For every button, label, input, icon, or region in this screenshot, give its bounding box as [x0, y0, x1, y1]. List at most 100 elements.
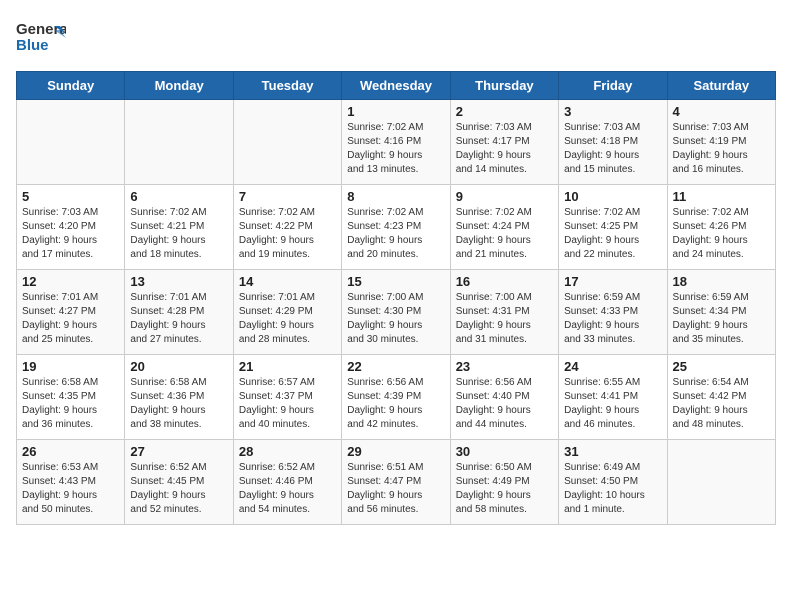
day-number: 5: [22, 189, 119, 204]
calendar-day-17: 17 Sunrise: 6:59 AM Sunset: 4:33 PM Dayli…: [559, 270, 667, 355]
day-info: Sunrise: 7:03 AM Sunset: 4:18 PM Dayligh…: [564, 121, 661, 177]
day-number: 24: [564, 359, 661, 374]
calendar-day-21: 21 Sunrise: 6:57 AM Sunset: 4:37 PM Dayli…: [233, 355, 341, 440]
day-number: 16: [456, 274, 553, 289]
calendar-day-26: 26Sunrise: 6:53 AM Sunset: 4:43 PM Dayli…: [17, 440, 125, 525]
page-header: General Blue: [16, 16, 776, 61]
day-info: Sunrise: 7:00 AM Sunset: 4:30 PM Dayligh…: [347, 291, 444, 347]
calendar-week-row: 5Sunrise: 7:03 AM Sunset: 4:20 PM Daylig…: [17, 185, 776, 270]
weekday-header-monday: Monday: [125, 72, 233, 100]
day-info: Sunrise: 6:58 AM Sunset: 4:35 PM Dayligh…: [22, 376, 119, 432]
calendar-day-7: 7Sunrise: 7:02 AM Sunset: 4:22 PM Daylig…: [233, 185, 341, 270]
calendar-day-20: 20 Sunrise: 6:58 AM Sunset: 4:36 PM Dayli…: [125, 355, 233, 440]
day-info: Sunrise: 6:56 AM Sunset: 4:39 PM Dayligh…: [347, 376, 444, 432]
weekday-header-friday: Friday: [559, 72, 667, 100]
day-info: Sunrise: 6:57 AM Sunset: 4:37 PM Dayligh…: [239, 376, 336, 432]
calendar-day-23: 23Sunrise: 6:56 AM Sunset: 4:40 PM Dayli…: [450, 355, 558, 440]
calendar-week-row: 26Sunrise: 6:53 AM Sunset: 4:43 PM Dayli…: [17, 440, 776, 525]
day-info: Sunrise: 7:02 AM Sunset: 4:26 PM Dayligh…: [673, 206, 770, 262]
calendar-week-row: 19 Sunrise: 6:58 AM Sunset: 4:35 PM Dayli…: [17, 355, 776, 440]
day-number: 22: [347, 359, 444, 374]
day-number: 11: [673, 189, 770, 204]
calendar-day-18: 18 Sunrise: 6:59 AM Sunset: 4:34 PM Dayli…: [667, 270, 775, 355]
day-number: 25: [673, 359, 770, 374]
logo: General Blue: [16, 16, 66, 61]
day-info: Sunrise: 7:02 AM Sunset: 4:24 PM Dayligh…: [456, 206, 553, 262]
day-number: 31: [564, 444, 661, 459]
calendar-day-2: 2Sunrise: 7:03 AM Sunset: 4:17 PM Daylig…: [450, 100, 558, 185]
calendar-day-28: 28 Sunrise: 6:52 AM Sunset: 4:46 PM Dayli…: [233, 440, 341, 525]
weekday-header-thursday: Thursday: [450, 72, 558, 100]
calendar-day-8: 8 Sunrise: 7:02 AM Sunset: 4:23 PM Daylig…: [342, 185, 450, 270]
day-info: Sunrise: 7:01 AM Sunset: 4:29 PM Dayligh…: [239, 291, 336, 347]
day-number: 17: [564, 274, 661, 289]
day-info: Sunrise: 6:56 AM Sunset: 4:40 PM Dayligh…: [456, 376, 553, 432]
day-number: 8: [347, 189, 444, 204]
day-number: 30: [456, 444, 553, 459]
weekday-header-row: SundayMondayTuesdayWednesdayThursdayFrid…: [17, 72, 776, 100]
day-number: 19: [22, 359, 119, 374]
calendar-day-4: 4Sunrise: 7:03 AM Sunset: 4:19 PM Daylig…: [667, 100, 775, 185]
calendar-day-24: 24 Sunrise: 6:55 AM Sunset: 4:41 PM Dayli…: [559, 355, 667, 440]
weekday-header-saturday: Saturday: [667, 72, 775, 100]
calendar-day-empty: [667, 440, 775, 525]
day-number: 29: [347, 444, 444, 459]
calendar-week-row: 12 Sunrise: 7:01 AM Sunset: 4:27 PM Dayli…: [17, 270, 776, 355]
day-number: 6: [130, 189, 227, 204]
calendar-day-13: 13 Sunrise: 7:01 AM Sunset: 4:28 PM Dayli…: [125, 270, 233, 355]
calendar-day-empty: [233, 100, 341, 185]
day-number: 20: [130, 359, 227, 374]
day-info: Sunrise: 7:01 AM Sunset: 4:27 PM Dayligh…: [22, 291, 119, 347]
day-info: Sunrise: 6:50 AM Sunset: 4:49 PM Dayligh…: [456, 461, 553, 517]
day-number: 21: [239, 359, 336, 374]
day-info: Sunrise: 6:59 AM Sunset: 4:33 PM Dayligh…: [564, 291, 661, 347]
day-info: Sunrise: 7:02 AM Sunset: 4:23 PM Dayligh…: [347, 206, 444, 262]
calendar-day-11: 11 Sunrise: 7:02 AM Sunset: 4:26 PM Dayli…: [667, 185, 775, 270]
day-info: Sunrise: 7:02 AM Sunset: 4:16 PM Dayligh…: [347, 121, 444, 177]
calendar-day-5: 5Sunrise: 7:03 AM Sunset: 4:20 PM Daylig…: [17, 185, 125, 270]
calendar-day-16: 16 Sunrise: 7:00 AM Sunset: 4:31 PM Dayli…: [450, 270, 558, 355]
day-info: Sunrise: 7:00 AM Sunset: 4:31 PM Dayligh…: [456, 291, 553, 347]
day-info: Sunrise: 6:52 AM Sunset: 4:46 PM Dayligh…: [239, 461, 336, 517]
day-number: 12: [22, 274, 119, 289]
day-info: Sunrise: 6:59 AM Sunset: 4:34 PM Dayligh…: [673, 291, 770, 347]
calendar-day-10: 10 Sunrise: 7:02 AM Sunset: 4:25 PM Dayli…: [559, 185, 667, 270]
day-info: Sunrise: 6:54 AM Sunset: 4:42 PM Dayligh…: [673, 376, 770, 432]
day-number: 9: [456, 189, 553, 204]
calendar-day-30: 30 Sunrise: 6:50 AM Sunset: 4:49 PM Dayli…: [450, 440, 558, 525]
day-info: Sunrise: 6:52 AM Sunset: 4:45 PM Dayligh…: [130, 461, 227, 517]
calendar-day-12: 12 Sunrise: 7:01 AM Sunset: 4:27 PM Dayli…: [17, 270, 125, 355]
day-number: 2: [456, 104, 553, 119]
day-number: 3: [564, 104, 661, 119]
calendar-day-29: 29 Sunrise: 6:51 AM Sunset: 4:47 PM Dayli…: [342, 440, 450, 525]
calendar-day-15: 15 Sunrise: 7:00 AM Sunset: 4:30 PM Dayli…: [342, 270, 450, 355]
day-info: Sunrise: 6:58 AM Sunset: 4:36 PM Dayligh…: [130, 376, 227, 432]
calendar-week-row: 1Sunrise: 7:02 AM Sunset: 4:16 PM Daylig…: [17, 100, 776, 185]
calendar-day-19: 19 Sunrise: 6:58 AM Sunset: 4:35 PM Dayli…: [17, 355, 125, 440]
calendar-day-9: 9 Sunrise: 7:02 AM Sunset: 4:24 PM Daylig…: [450, 185, 558, 270]
calendar-day-6: 6 Sunrise: 7:02 AM Sunset: 4:21 PM Daylig…: [125, 185, 233, 270]
calendar-day-14: 14Sunrise: 7:01 AM Sunset: 4:29 PM Dayli…: [233, 270, 341, 355]
day-info: Sunrise: 7:02 AM Sunset: 4:21 PM Dayligh…: [130, 206, 227, 262]
day-number: 13: [130, 274, 227, 289]
day-info: Sunrise: 6:51 AM Sunset: 4:47 PM Dayligh…: [347, 461, 444, 517]
calendar-table: SundayMondayTuesdayWednesdayThursdayFrid…: [16, 71, 776, 525]
day-info: Sunrise: 7:01 AM Sunset: 4:28 PM Dayligh…: [130, 291, 227, 347]
calendar-day-empty: [125, 100, 233, 185]
calendar-day-3: 3 Sunrise: 7:03 AM Sunset: 4:18 PM Daylig…: [559, 100, 667, 185]
day-number: 15: [347, 274, 444, 289]
weekday-header-wednesday: Wednesday: [342, 72, 450, 100]
svg-text:Blue: Blue: [16, 37, 49, 54]
day-info: Sunrise: 7:03 AM Sunset: 4:19 PM Dayligh…: [673, 121, 770, 177]
calendar-day-22: 22 Sunrise: 6:56 AM Sunset: 4:39 PM Dayli…: [342, 355, 450, 440]
calendar-day-31: 31Sunrise: 6:49 AM Sunset: 4:50 PM Dayli…: [559, 440, 667, 525]
day-number: 18: [673, 274, 770, 289]
weekday-header-sunday: Sunday: [17, 72, 125, 100]
logo-icon: General Blue: [16, 16, 66, 61]
day-info: Sunrise: 6:55 AM Sunset: 4:41 PM Dayligh…: [564, 376, 661, 432]
svg-text:General: General: [16, 21, 66, 38]
day-number: 28: [239, 444, 336, 459]
day-number: 10: [564, 189, 661, 204]
day-number: 7: [239, 189, 336, 204]
day-info: Sunrise: 7:02 AM Sunset: 4:25 PM Dayligh…: [564, 206, 661, 262]
